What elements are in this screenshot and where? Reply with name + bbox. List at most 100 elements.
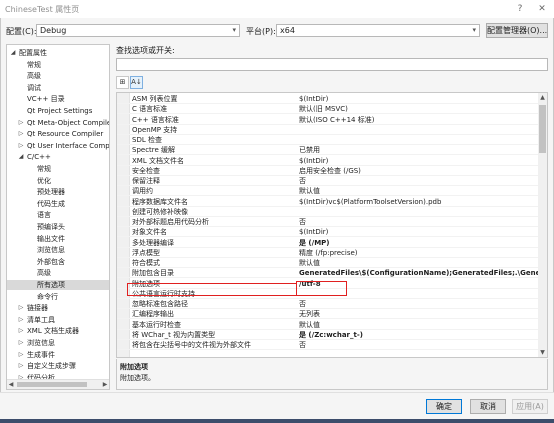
property-value[interactable]: 默认值 bbox=[299, 259, 539, 268]
tree-item[interactable]: 预处理器 bbox=[7, 187, 109, 197]
property-row[interactable]: 将 WChar_t 视为内置类型 是 (/Zc:wchar_t-) bbox=[117, 331, 539, 340]
property-row[interactable]: 忽略标准包含路径 否 bbox=[117, 300, 539, 309]
property-value[interactable]: 启用安全检查 (/GS) bbox=[299, 167, 539, 176]
close-button[interactable]: ✕ bbox=[534, 2, 550, 16]
scroll-down-icon[interactable]: ▼ bbox=[538, 348, 547, 357]
property-value[interactable]: 默认值 bbox=[299, 187, 539, 196]
property-row[interactable]: 将包含在尖括号中的文件视为外部文件 否 bbox=[117, 341, 539, 350]
property-row[interactable]: 浮点模型 精度 (/fp:precise) bbox=[117, 249, 539, 258]
property-row[interactable]: C 语言标准 默认(旧 MSVC) bbox=[117, 105, 539, 115]
property-row[interactable]: 程序数据库文件名 $(IntDir)vc$(PlatformToolsetVers… bbox=[117, 198, 539, 207]
tree-item[interactable]: ▷ XML 文档生成器 bbox=[7, 326, 109, 336]
tree-item[interactable]: 常规 bbox=[7, 60, 109, 70]
property-value[interactable]: 否 bbox=[299, 341, 539, 350]
expander-icon[interactable]: ▷ bbox=[17, 326, 25, 336]
property-row[interactable]: 安全检查 启用安全检查 (/GS) bbox=[117, 167, 539, 176]
property-value[interactable]: 已禁用 bbox=[299, 146, 539, 155]
grid-vertical-scrollbar[interactable]: ▲ ▼ bbox=[538, 93, 547, 357]
property-row[interactable]: ASM 列表位置 $(IntDir) bbox=[117, 95, 539, 104]
property-value[interactable]: GeneratedFiles\$(ConfigurationName);Gene… bbox=[299, 269, 539, 278]
tree-item[interactable]: ◢ 配置属性 bbox=[7, 48, 109, 58]
tree-horizontal-scrollbar[interactable]: ◀ ▶ bbox=[7, 379, 109, 389]
property-value[interactable]: 默认(ISO C++14 标准) bbox=[299, 116, 539, 125]
tree-item[interactable]: 输出文件 bbox=[7, 234, 109, 244]
property-value[interactable]: 是 (/Zc:wchar_t-) bbox=[299, 331, 539, 340]
property-row[interactable]: 多处理器编译 是 (/MP) bbox=[117, 239, 539, 248]
property-row[interactable]: 对外部标题启用代码分析 否 bbox=[117, 218, 539, 227]
tree-item[interactable]: 所有选项 bbox=[7, 280, 109, 290]
configuration-manager-button[interactable]: 配置管理器(O)... bbox=[486, 23, 548, 38]
scroll-thumb[interactable] bbox=[17, 382, 87, 387]
property-value[interactable]: 精度 (/fp:precise) bbox=[299, 249, 539, 258]
property-row[interactable]: 调用约 默认值 bbox=[117, 187, 539, 197]
tree-item[interactable]: Qt Project Settings bbox=[7, 106, 109, 116]
property-value[interactable]: 默认(旧 MSVC) bbox=[299, 105, 539, 114]
property-row[interactable]: 汇编程序输出 无列表 bbox=[117, 310, 539, 320]
scroll-thumb[interactable] bbox=[539, 105, 546, 153]
expander-icon[interactable]: ◢ bbox=[9, 48, 17, 58]
tree-item[interactable]: 外部包含 bbox=[7, 257, 109, 267]
property-value[interactable]: $(IntDir) bbox=[299, 157, 539, 166]
tree-item[interactable]: 命令行 bbox=[7, 292, 109, 302]
property-value[interactable]: 无列表 bbox=[299, 310, 539, 319]
property-value[interactable]: $(IntDir) bbox=[299, 228, 539, 237]
property-row[interactable]: Spectre 缓解 已禁用 bbox=[117, 146, 539, 156]
tree-item[interactable]: ▷ 链接器 bbox=[7, 303, 109, 313]
expander-icon[interactable]: ▷ bbox=[17, 141, 25, 151]
tree-item[interactable]: 常规 bbox=[7, 164, 109, 174]
property-row[interactable]: 保留注释 否 bbox=[117, 177, 539, 186]
tree-item[interactable]: ▷ Qt Resource Compiler bbox=[7, 129, 109, 139]
property-value[interactable]: 是 (/MP) bbox=[299, 239, 539, 248]
ok-button[interactable]: 确定 bbox=[426, 399, 462, 414]
tree-item[interactable]: 预编译头 bbox=[7, 222, 109, 232]
config-dropdown[interactable]: Debug ▾ bbox=[36, 24, 240, 37]
expander-icon[interactable]: ◢ bbox=[17, 152, 25, 162]
expander-icon[interactable]: ▷ bbox=[17, 350, 25, 360]
sort-alphabetical-icon[interactable]: A↓ bbox=[130, 76, 143, 89]
tree-item[interactable]: 调试 bbox=[7, 83, 109, 93]
property-row[interactable]: C++ 语言标准 默认(ISO C++14 标准) bbox=[117, 116, 539, 125]
tree-item[interactable]: 高级 bbox=[7, 268, 109, 278]
property-value[interactable]: 否 bbox=[299, 300, 539, 309]
tree-item[interactable]: 代码生成 bbox=[7, 199, 109, 209]
property-value[interactable]: 默认值 bbox=[299, 321, 539, 330]
tree-item[interactable]: 浏览信息 bbox=[7, 245, 109, 255]
expander-icon[interactable]: ▷ bbox=[17, 315, 25, 325]
search-input[interactable] bbox=[116, 58, 548, 71]
scroll-right-icon[interactable]: ▶ bbox=[101, 380, 109, 390]
property-row[interactable]: 符合模式 默认值 bbox=[117, 259, 539, 268]
property-row[interactable]: SDL 检查 bbox=[117, 136, 539, 145]
tree-item[interactable]: VC++ 目录 bbox=[7, 94, 109, 104]
apply-button[interactable]: 应用(A) bbox=[512, 399, 548, 414]
expander-icon[interactable]: ▷ bbox=[17, 129, 25, 139]
platform-dropdown[interactable]: x64 ▾ bbox=[276, 24, 480, 37]
tree-item[interactable]: ▷ 浏览信息 bbox=[7, 338, 109, 348]
tree-item[interactable]: ▷ 清单工具 bbox=[7, 315, 109, 325]
tree-item[interactable]: 高级 bbox=[7, 71, 109, 81]
help-button[interactable]: ? bbox=[512, 2, 528, 16]
tree-item[interactable]: 优化 bbox=[7, 176, 109, 186]
property-value[interactable]: 否 bbox=[299, 177, 539, 186]
property-tree[interactable]: ◢ 配置属性 常规 高级 调试 VC++ 目录 Qt Project Settings ▷ Qt… bbox=[6, 44, 110, 390]
expander-icon[interactable]: ▷ bbox=[17, 338, 25, 348]
property-row[interactable]: OpenMP 支持 bbox=[117, 126, 539, 135]
tree-item[interactable]: ◢ C/C++ bbox=[7, 152, 109, 162]
tree-item[interactable]: ▷ 自定义生成步骤 bbox=[7, 361, 109, 371]
expander-icon[interactable]: ▷ bbox=[17, 118, 25, 128]
scroll-left-icon[interactable]: ◀ bbox=[7, 380, 15, 390]
property-value[interactable]: 否 bbox=[299, 218, 539, 227]
tree-item[interactable]: ▷Qt User Interface Compiler bbox=[7, 141, 109, 151]
property-row[interactable]: XML 文档文件名 $(IntDir) bbox=[117, 157, 539, 166]
property-row[interactable]: 对象文件名 $(IntDir) bbox=[117, 228, 539, 238]
tree-item[interactable]: ▷ Qt Meta-Object Compiler bbox=[7, 118, 109, 128]
property-row[interactable]: 附加包含目录 GeneratedFiles\$(ConfigurationName… bbox=[117, 269, 539, 279]
scroll-up-icon[interactable]: ▲ bbox=[538, 93, 547, 102]
property-value[interactable]: $(IntDir) bbox=[299, 95, 539, 104]
tree-item[interactable]: ▷ 生成事件 bbox=[7, 350, 109, 360]
expander-icon[interactable]: ▷ bbox=[17, 361, 25, 371]
expander-icon[interactable]: ▷ bbox=[17, 303, 25, 313]
property-row[interactable]: 创建可热修补映像 bbox=[117, 208, 539, 217]
property-row[interactable]: 基本运行时检查 默认值 bbox=[117, 321, 539, 330]
tree-item[interactable]: 语言 bbox=[7, 210, 109, 220]
property-value[interactable]: $(IntDir)vc$(PlatformToolsetVersion).pdb bbox=[299, 198, 539, 207]
